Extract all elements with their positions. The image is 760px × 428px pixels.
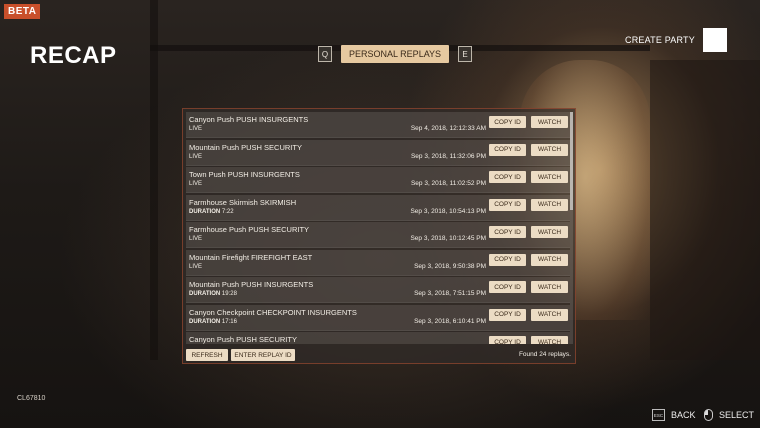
watch-button[interactable]: WATCH [531,253,568,266]
watch-button[interactable]: WATCH [531,336,568,344]
replay-name: Mountain Push PUSH INSURGENTS [189,280,314,289]
replay-status: DURATION 17:16 [189,319,237,325]
page-title: RECAP [30,42,117,69]
duration-value: 17:16 [221,318,237,325]
tab-bar: Q PERSONAL REPLAYS E [318,45,473,63]
duration-label: DURATION [189,318,221,325]
replay-row[interactable]: Canyon Checkpoint CHECKPOINT INSURGENTS D… [186,304,570,331]
replay-date: Sep 3, 2018, 11:32:06 PM [410,152,486,160]
replay-row[interactable]: Farmhouse Skirmish SKIRMISH DURATION 7:22… [186,194,570,221]
mouse-icon [704,409,713,421]
copy-id-button[interactable]: COPY ID [489,143,526,156]
watch-button[interactable]: WATCH [531,226,568,238]
duration-label: DURATION [189,208,221,215]
replay-date: Sep 3, 2018, 11:02:52 PM [410,180,486,187]
watch-button[interactable]: WATCH [531,116,568,128]
replay-status: LIVE [189,126,203,132]
select-control[interactable]: SELECT [704,409,754,421]
replay-row[interactable]: Farmhouse Push PUSH SECURITY LIVE Sep 3, 2… [186,222,570,248]
replay-status: LIVE [189,263,203,270]
replay-row[interactable]: Mountain Push PUSH SECURITY LIVE Sep 3, 20… [186,139,570,166]
create-party: CREATE PARTY [625,28,727,52]
replay-date: Sep 3, 2018, 10:12:45 PM [410,235,486,242]
replay-panel: Canyon Push PUSH INSURGENTS LIVE Sep 4, 20… [182,108,576,364]
refresh-button[interactable]: REFRESH [186,349,228,361]
replay-row[interactable]: Mountain Firefight FIREFIGHT EAST LIVE Sep… [186,249,570,276]
replay-row[interactable]: Canyon Push PUSH INSURGENTS LIVE Sep 4, 20… [186,112,570,138]
create-party-label: CREATE PARTY [625,35,695,45]
scroll-thumb[interactable] [570,112,573,210]
replay-row[interactable]: Town Push PUSH INSURGENTS LIVE Sep 3, 2018… [186,167,570,193]
watch-button[interactable]: WATCH [531,308,568,321]
copy-id-button[interactable]: COPY ID [489,308,526,321]
replay-row[interactable]: Mountain Push PUSH INSURGENTS DURATION 19… [186,277,570,303]
replay-name: Mountain Firefight FIREFIGHT EAST [189,252,313,262]
next-tab-key[interactable]: E [458,46,473,62]
duration-value: 7:22 [221,208,234,215]
replay-status: LIVE [189,153,203,160]
replay-status: LIVE [189,181,203,187]
esc-key-icon: ESC [652,409,665,421]
duration-value: 19:28 [221,291,237,297]
replay-row[interactable]: Canyon Push PUSH SECURITYLIVESep 1, 2018… [186,332,570,344]
tab-personal-replays[interactable]: PERSONAL REPLAYS [341,45,450,63]
beta-badge: BETA [4,4,41,19]
replay-status: DURATION 7:22 [189,209,234,215]
replay-date: Sep 3, 2018, 6:10:41 PM [414,317,486,325]
replay-name: Farmhouse Skirmish SKIRMISH [189,197,297,207]
replay-status: DURATION 19:28 [189,291,237,297]
watch-button[interactable]: WATCH [531,198,568,211]
found-count: Found 24 replays. [518,351,571,358]
back-control[interactable]: ESC BACK [652,409,696,421]
replay-name: Canyon Push PUSH INSURGENTS [189,115,309,124]
create-party-button[interactable] [702,28,727,52]
replay-scrollbar[interactable] [570,112,573,344]
replay-date: Sep 3, 2018, 10:54:13 PM [410,207,486,215]
replay-name: Farmhouse Push PUSH SECURITY [189,225,310,234]
copy-id-button[interactable]: COPY ID [489,226,526,238]
replay-name: Canyon Checkpoint CHECKPOINT INSURGENTS [189,307,357,317]
select-label[interactable]: SELECT [719,410,754,420]
replay-status: LIVE [189,236,203,242]
build-id: CL67810 [17,395,46,402]
enter-replay-id-button[interactable]: ENTER REPLAY ID [231,349,295,361]
prev-tab-key[interactable]: Q [318,46,332,62]
copy-id-button[interactable]: COPY ID [489,253,526,266]
watch-button[interactable]: WATCH [531,281,568,293]
watch-button[interactable]: WATCH [531,143,568,156]
copy-id-button[interactable]: COPY ID [489,336,526,344]
copy-id-button[interactable]: COPY ID [489,116,526,128]
replay-date: Sep 4, 2018, 12:12:33 AM [410,125,486,132]
copy-id-button[interactable]: COPY ID [489,171,526,183]
back-label[interactable]: BACK [671,410,696,420]
watch-button[interactable]: WATCH [531,171,568,183]
duration-label: DURATION [189,291,221,297]
replay-list: Canyon Push PUSH INSURGENTS LIVE Sep 4, 20… [186,112,570,344]
replay-name: Town Push PUSH INSURGENTS [189,170,300,179]
copy-id-button[interactable]: COPY ID [489,198,526,211]
replay-name: Canyon Push PUSH SECURITY [189,335,297,344]
replay-date: Sep 3, 2018, 7:51:15 PM [414,290,486,297]
replay-date: Sep 3, 2018, 9:50:38 PM [414,262,486,270]
copy-id-button[interactable]: COPY ID [489,281,526,293]
replay-name: Mountain Push PUSH SECURITY [189,142,302,152]
